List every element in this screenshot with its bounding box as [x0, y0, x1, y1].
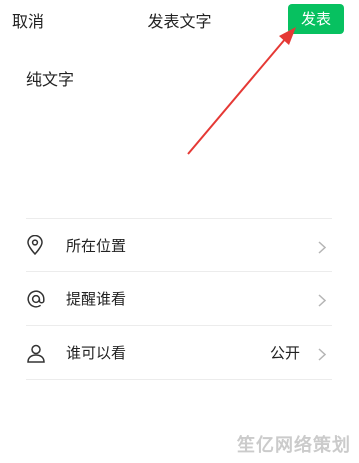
- compose-text-input[interactable]: 纯文字: [26, 66, 326, 186]
- chevron-right-icon: [318, 239, 327, 258]
- option-mention-label: 提醒谁看: [66, 290, 127, 308]
- watermark: 笙亿网络策划: [237, 435, 351, 456]
- option-mention[interactable]: 提醒谁看: [26, 272, 332, 326]
- top-bar: 取消 发表文字 发表: [0, 0, 359, 40]
- at-sign-icon: [26, 288, 56, 310]
- chevron-right-icon: [318, 346, 327, 365]
- chevron-right-icon: [318, 292, 327, 311]
- post-options-list: 所在位置 提醒谁看 谁可以看 公开: [26, 218, 332, 380]
- person-icon: [26, 342, 56, 364]
- publish-button[interactable]: 发表: [288, 4, 344, 34]
- location-pin-icon: [26, 234, 56, 256]
- option-location-label: 所在位置: [66, 236, 127, 255]
- compose-text-screen: 取消 发表文字 发表 纯文字 所在位置 提醒谁看 谁可以看 公开 笙亿网络策划: [0, 0, 359, 463]
- option-visibility[interactable]: 谁可以看 公开: [26, 326, 332, 380]
- option-location[interactable]: 所在位置: [26, 218, 332, 272]
- option-visibility-label: 谁可以看: [66, 344, 127, 362]
- option-visibility-value: 公开: [269, 344, 300, 362]
